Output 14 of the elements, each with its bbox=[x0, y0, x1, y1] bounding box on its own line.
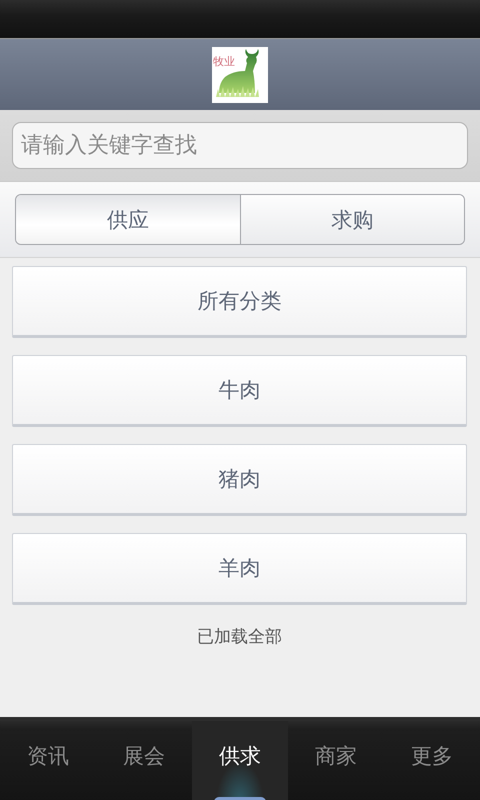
category-item[interactable]: 所有分类 bbox=[12, 266, 467, 338]
category-item[interactable]: 猪肉 bbox=[12, 444, 467, 516]
search-field[interactable]: 请输入关键字查找 bbox=[12, 122, 468, 169]
nav-tab[interactable]: 资讯 bbox=[0, 721, 96, 800]
nav-tab[interactable]: 展会 bbox=[96, 721, 192, 800]
segment-tab[interactable]: 求购 bbox=[240, 195, 464, 244]
nav-tab[interactable]: 供求 bbox=[192, 721, 288, 800]
logo-text: 牧业 bbox=[213, 56, 235, 66]
loaded-note: 已加载全部 bbox=[196, 626, 283, 648]
category-item[interactable]: 羊肉 bbox=[12, 533, 467, 605]
category-item[interactable]: 牛肉 bbox=[12, 355, 467, 427]
nav-tab[interactable]: 更多 bbox=[384, 721, 480, 800]
segment-tab[interactable]: 供应 bbox=[16, 195, 240, 244]
nav-tab[interactable]: 商家 bbox=[288, 721, 384, 800]
